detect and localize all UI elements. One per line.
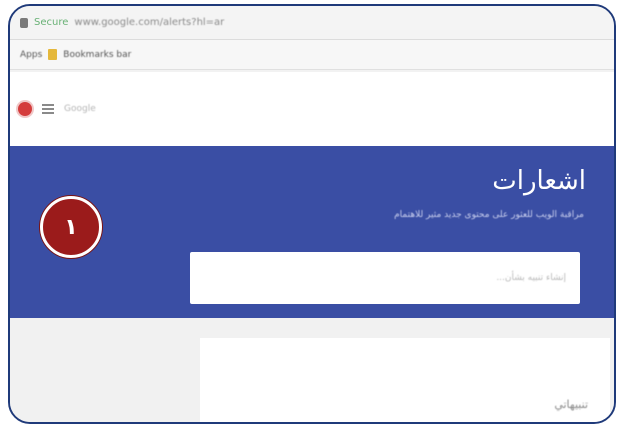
folder-icon xyxy=(48,49,58,60)
notification-icon[interactable] xyxy=(18,102,32,116)
bookmarks-bar: Apps Bookmarks bar xyxy=(10,40,614,70)
content-area: تنبيهاتي xyxy=(10,318,614,422)
address-bar[interactable]: Secure www.google.com/alerts?hl=ar xyxy=(10,6,614,40)
apps-shortcut[interactable]: Apps xyxy=(20,50,42,60)
secure-indicator: Secure xyxy=(34,17,69,28)
step-marker: ١ xyxy=(40,196,102,258)
page-subtitle: مراقبة الويب للعثور على محتوى جديد مثير … xyxy=(394,210,584,220)
card-label: تنبيهاتي xyxy=(554,398,588,411)
menu-icon[interactable] xyxy=(42,104,54,114)
url-text[interactable]: www.google.com/alerts?hl=ar xyxy=(74,17,224,28)
app-toolbar: Google xyxy=(10,72,614,146)
alert-search-input[interactable]: إنشاء تنبيه بشأن... xyxy=(190,252,580,304)
page-title: اشعارات xyxy=(492,166,586,196)
bookmark-folder[interactable]: Bookmarks bar xyxy=(63,50,131,60)
search-placeholder: إنشاء تنبيه بشأن... xyxy=(496,273,566,283)
toolbar-label: Google xyxy=(64,104,96,114)
lock-icon xyxy=(20,17,28,28)
alerts-card: تنبيهاتي xyxy=(200,338,610,422)
